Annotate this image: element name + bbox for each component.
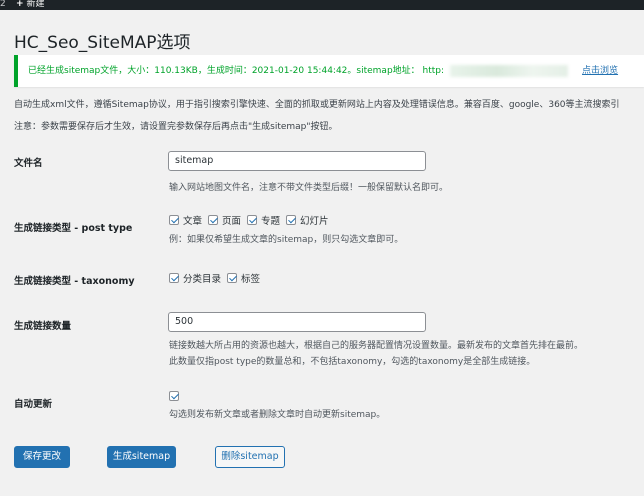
taxonomy-label-tag: 标签 — [241, 274, 261, 285]
post-type-label: 生成链接类型 - post type — [14, 223, 133, 234]
post-type-hint: 例：如果仅希望生成文章的sitemap，则只勾选文章即可。 — [169, 235, 404, 245]
notice-text: 已经生成sitemap文件，大小：110.13KB，生成时间：2021-01-2… — [28, 66, 445, 76]
page-title: HC_Seo_SiteMAP选项 — [14, 33, 191, 53]
taxonomy-label-category: 分类目录 — [183, 274, 222, 285]
post-type-label-special: 专题 — [261, 216, 281, 227]
auto-update-label: 自动更新 — [14, 399, 53, 410]
post-type-label-post: 文章 — [183, 216, 203, 227]
admin-bar-left-text[interactable]: 2 — [0, 0, 6, 9]
post-type-checkbox-post[interactable] — [169, 215, 179, 225]
taxonomy-checkbox-category[interactable] — [169, 273, 179, 283]
post-type-checkbox-page[interactable] — [208, 215, 219, 225]
admin-bar: 2 + 新建 — [0, 0, 644, 10]
notice-browse-link[interactable]: 点击浏览 — [582, 66, 618, 76]
post-type-checkbox-slide[interactable] — [286, 215, 297, 225]
generate-sitemap-button[interactable]: 生成sitemap — [107, 446, 176, 468]
taxonomy-options: 分类目录 标签 — [169, 271, 266, 285]
blurred-url — [450, 64, 569, 77]
post-type-label-slide: 幻灯片 — [300, 216, 329, 227]
filename-label: 文件名 — [14, 158, 43, 169]
save-button[interactable]: 保存更改 — [14, 446, 70, 468]
filename-input[interactable]: sitemap — [168, 151, 426, 171]
admin-bar-new-button[interactable]: + 新建 — [16, 0, 45, 9]
auto-update-checkbox[interactable] — [169, 391, 179, 401]
count-label: 生成链接数量 — [14, 321, 72, 332]
description-line-1: 自动生成xml文件，遵循Sitemap协议，用于指引搜索引擎快速、全面的抓取或更… — [14, 100, 620, 110]
count-hint-2: 此数量仅指post type的数量总和，不包括taxonomy，勾选的taxon… — [169, 357, 536, 367]
auto-update-hint: 勾选则发布新文章或者删除文章时自动更新sitemap。 — [169, 410, 386, 420]
post-type-checkbox-special[interactable] — [247, 215, 258, 225]
admin-bar-new-label: 新建 — [26, 0, 45, 9]
auto-update-option — [169, 391, 183, 401]
filename-hint: 输入网站地图文件名，注意不带文件类型后缀！一般保留默认名即可。 — [169, 183, 449, 193]
post-type-label-page: 页面 — [222, 216, 242, 227]
plus-icon: + — [16, 0, 24, 9]
post-type-options: 文章 页面 专题 幻灯片 — [169, 213, 335, 227]
description-line-2: 注意：参数需要保存后才生效，请设置完参数保存后再点击"生成sitemap"按钮。 — [14, 122, 338, 132]
success-notice: 已经生成sitemap文件，大小：110.13KB，生成时间：2021-01-2… — [14, 55, 644, 87]
taxonomy-label: 生成链接类型 - taxonomy — [14, 276, 135, 287]
delete-sitemap-button[interactable]: 删除sitemap — [215, 446, 285, 468]
count-hint-1: 链接数越大所占用的资源也越大，根据自己的服务器配置情况设置数量。最新发布的文章首… — [169, 341, 584, 351]
count-input[interactable]: 500 — [168, 312, 426, 332]
taxonomy-checkbox-tag[interactable] — [227, 273, 238, 283]
